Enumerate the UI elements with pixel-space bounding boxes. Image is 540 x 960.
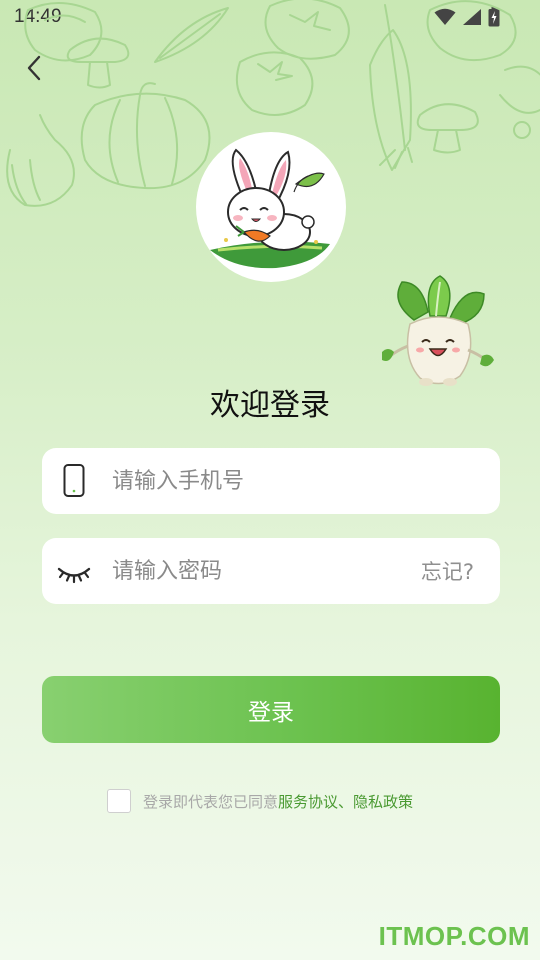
cellular-signal-icon [463, 9, 481, 25]
status-icons [434, 7, 500, 27]
chevron-left-icon [27, 55, 41, 81]
back-button[interactable] [20, 52, 50, 84]
agreement-separator: 、 [338, 792, 354, 811]
radish-mascot-icon [382, 275, 494, 386]
eye-closed-icon[interactable] [56, 552, 92, 590]
password-field: 忘记? [42, 538, 500, 604]
wifi-icon [434, 8, 456, 25]
app-logo-avatar [196, 132, 346, 282]
page-title: 欢迎登录 [210, 388, 330, 423]
radish-mascot-illustration [380, 272, 496, 390]
phone-input[interactable] [112, 448, 482, 514]
phone-field [42, 448, 500, 514]
forgot-password-link[interactable]: 忘记? [421, 556, 474, 586]
phone-icon [63, 464, 85, 497]
agreement-checkbox[interactable] [107, 789, 131, 813]
privacy-policy-link[interactable]: 隐私政策 [353, 791, 413, 812]
login-button[interactable]: 登录 [42, 676, 500, 743]
site-watermark: ITMOP.COM [378, 921, 530, 951]
terms-of-service-link[interactable]: 服务协议 [278, 791, 338, 812]
status-time: 14:49 [14, 6, 62, 27]
password-input[interactable] [112, 538, 392, 604]
battery-icon [488, 7, 500, 27]
agreement-row: 登录即代表您已同意 服务协议 、 隐私政策 [107, 788, 413, 814]
agreement-prefix-text: 登录即代表您已同意 [143, 792, 279, 811]
status-bar: 14:49 [0, 0, 540, 34]
bunny-logo-illustration [210, 148, 330, 269]
